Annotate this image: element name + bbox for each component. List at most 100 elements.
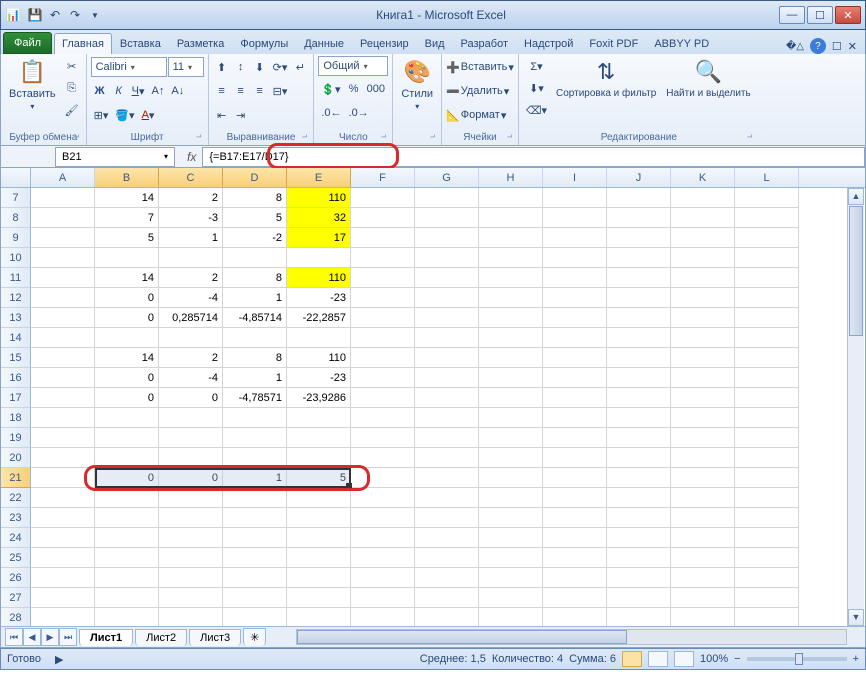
- row-header-13[interactable]: 13: [1, 308, 31, 328]
- cell-D14[interactable]: [223, 328, 287, 348]
- cell-G25[interactable]: [415, 548, 479, 568]
- cell-K10[interactable]: [671, 248, 735, 268]
- cell-H28[interactable]: [479, 608, 543, 628]
- row-header-26[interactable]: 26: [1, 568, 31, 588]
- percent-icon[interactable]: %: [345, 79, 363, 99]
- cell-C8[interactable]: -3: [159, 208, 223, 228]
- cell-E11[interactable]: 110: [287, 268, 351, 288]
- cell-G20[interactable]: [415, 448, 479, 468]
- cell-I8[interactable]: [543, 208, 607, 228]
- row-header-25[interactable]: 25: [1, 548, 31, 568]
- cell-J26[interactable]: [607, 568, 671, 588]
- cell-B28[interactable]: [95, 608, 159, 628]
- fill-color-icon[interactable]: 🪣▾: [112, 105, 137, 125]
- col-header-D[interactable]: D: [223, 168, 287, 187]
- cell-H23[interactable]: [479, 508, 543, 528]
- cell-I17[interactable]: [543, 388, 607, 408]
- zoom-level[interactable]: 100%: [700, 653, 728, 665]
- horizontal-scrollbar[interactable]: [296, 629, 847, 645]
- cell-J23[interactable]: [607, 508, 671, 528]
- decrease-decimal-icon[interactable]: .0→: [346, 103, 372, 123]
- tab-review[interactable]: Рецензир: [352, 33, 417, 54]
- cell-E19[interactable]: [287, 428, 351, 448]
- cell-K21[interactable]: [671, 468, 735, 488]
- view-layout-icon[interactable]: [648, 651, 668, 667]
- cell-H8[interactable]: [479, 208, 543, 228]
- format-painter-icon[interactable]: 🖌: [62, 100, 82, 120]
- cell-H24[interactable]: [479, 528, 543, 548]
- cell-L12[interactable]: [735, 288, 799, 308]
- cell-J14[interactable]: [607, 328, 671, 348]
- cell-A20[interactable]: [31, 448, 95, 468]
- scroll-up-icon[interactable]: ▲: [848, 188, 864, 205]
- delete-cells-button[interactable]: ➖Удалить ▾: [446, 80, 509, 102]
- cell-E23[interactable]: [287, 508, 351, 528]
- row-header-18[interactable]: 18: [1, 408, 31, 428]
- close-button[interactable]: ✕: [835, 6, 861, 24]
- cell-L22[interactable]: [735, 488, 799, 508]
- cell-E7[interactable]: 110: [287, 188, 351, 208]
- col-header-J[interactable]: J: [607, 168, 671, 187]
- cell-B12[interactable]: 0: [95, 288, 159, 308]
- cell-K18[interactable]: [671, 408, 735, 428]
- qat-dropdown-icon[interactable]: ▼: [87, 7, 103, 23]
- cell-B24[interactable]: [95, 528, 159, 548]
- cell-G24[interactable]: [415, 528, 479, 548]
- cell-A21[interactable]: [31, 468, 95, 488]
- cell-I26[interactable]: [543, 568, 607, 588]
- cell-H21[interactable]: [479, 468, 543, 488]
- cell-B25[interactable]: [95, 548, 159, 568]
- tab-data[interactable]: Данные: [296, 33, 352, 54]
- formula-input[interactable]: {=B17:E17/D17}: [202, 147, 865, 167]
- cell-L13[interactable]: [735, 308, 799, 328]
- cell-E26[interactable]: [287, 568, 351, 588]
- cell-B22[interactable]: [95, 488, 159, 508]
- cell-K20[interactable]: [671, 448, 735, 468]
- cell-L17[interactable]: [735, 388, 799, 408]
- cell-D28[interactable]: [223, 608, 287, 628]
- cell-K24[interactable]: [671, 528, 735, 548]
- row-header-20[interactable]: 20: [1, 448, 31, 468]
- increase-decimal-icon[interactable]: .0←: [318, 103, 344, 123]
- cell-J18[interactable]: [607, 408, 671, 428]
- cell-F21[interactable]: [351, 468, 415, 488]
- cell-B27[interactable]: [95, 588, 159, 608]
- cell-G12[interactable]: [415, 288, 479, 308]
- cell-A22[interactable]: [31, 488, 95, 508]
- cell-A26[interactable]: [31, 568, 95, 588]
- cell-J24[interactable]: [607, 528, 671, 548]
- cell-L27[interactable]: [735, 588, 799, 608]
- cell-D15[interactable]: 8: [223, 348, 287, 368]
- cell-I19[interactable]: [543, 428, 607, 448]
- cell-B19[interactable]: [95, 428, 159, 448]
- cell-F24[interactable]: [351, 528, 415, 548]
- cell-C11[interactable]: 2: [159, 268, 223, 288]
- sheet-nav-last-icon[interactable]: ⏭: [59, 628, 77, 646]
- tab-abbyy[interactable]: ABBYY PD: [646, 33, 717, 54]
- cell-H17[interactable]: [479, 388, 543, 408]
- insert-cells-button[interactable]: ➕Вставить ▾: [446, 56, 514, 78]
- sheet-nav-prev-icon[interactable]: ◀: [23, 628, 41, 646]
- align-bottom-icon[interactable]: ⬇: [251, 57, 269, 77]
- cell-C27[interactable]: [159, 588, 223, 608]
- cell-I11[interactable]: [543, 268, 607, 288]
- cell-J7[interactable]: [607, 188, 671, 208]
- cell-K27[interactable]: [671, 588, 735, 608]
- font-size-combo[interactable]: 11▾: [168, 57, 204, 77]
- cell-B20[interactable]: [95, 448, 159, 468]
- cell-I7[interactable]: [543, 188, 607, 208]
- cell-L26[interactable]: [735, 568, 799, 588]
- cell-K8[interactable]: [671, 208, 735, 228]
- cell-L15[interactable]: [735, 348, 799, 368]
- tab-developer[interactable]: Разработ: [453, 33, 516, 54]
- cell-K7[interactable]: [671, 188, 735, 208]
- cell-B15[interactable]: 14: [95, 348, 159, 368]
- format-cells-button[interactable]: 📐Формат ▾: [446, 104, 506, 126]
- cell-H15[interactable]: [479, 348, 543, 368]
- cell-J28[interactable]: [607, 608, 671, 628]
- cell-G9[interactable]: [415, 228, 479, 248]
- cell-D17[interactable]: -4,78571: [223, 388, 287, 408]
- zoom-out-icon[interactable]: −: [734, 653, 740, 665]
- cell-G28[interactable]: [415, 608, 479, 628]
- cell-L8[interactable]: [735, 208, 799, 228]
